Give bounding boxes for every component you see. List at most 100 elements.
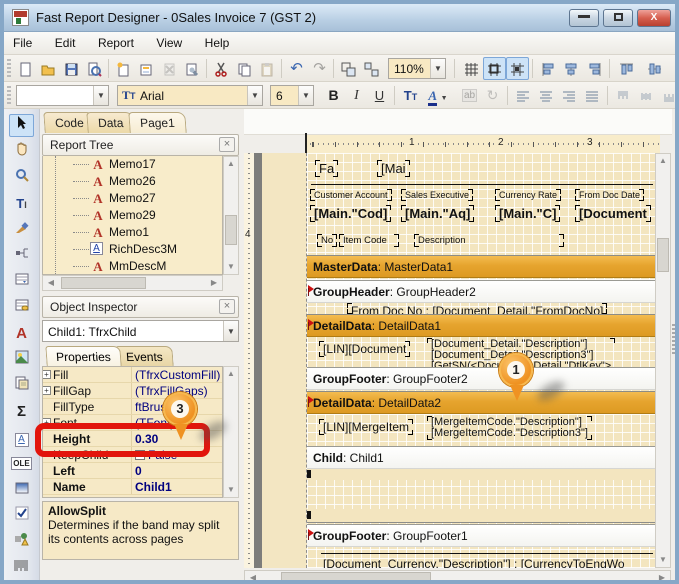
redo-button[interactable]: ↷ [308,57,331,80]
align-right-button[interactable] [583,57,606,80]
tab-events[interactable]: Events [115,346,173,366]
band-header-groupfooter1[interactable]: GroupFooter: GroupFooter1 [307,524,655,547]
property-row[interactable]: +Fill(TfrxCustomFill) [43,367,222,383]
text-align-bottom-button[interactable] [658,84,679,107]
scroll-left-icon[interactable]: ◀ [44,276,58,290]
scroll-thumb[interactable] [61,277,146,289]
memo-object[interactable]: No [317,234,337,247]
design-horizontal-scrollbar[interactable]: ◀ ▶ [244,570,671,584]
subreport-object-button[interactable] [9,374,34,397]
scroll-down-icon[interactable]: ▼ [224,483,238,497]
delete-page-button[interactable] [158,57,181,80]
style-select[interactable]: ▼ [16,85,109,106]
expand-icon[interactable]: + [42,370,51,379]
scroll-thumb[interactable] [281,572,431,584]
expand-icon[interactable]: + [42,386,51,395]
bold-button[interactable]: B [322,84,345,107]
text-object-button[interactable]: A [9,322,34,345]
text-tool-button[interactable]: TI [9,192,34,215]
tab-properties[interactable]: Properties [45,346,121,366]
data-band-object-button[interactable] [9,296,34,319]
band-header-groupheader2[interactable]: GroupHeader: GroupHeader2 [307,280,655,303]
scroll-right-icon[interactable]: ▶ [655,571,669,584]
zoom-tool-button[interactable] [9,166,34,189]
memo-object[interactable]: [Mai [377,160,410,177]
line-object[interactable] [321,553,653,554]
paste-button[interactable] [256,57,279,80]
tree-item[interactable]: AMemo29 [43,207,222,224]
save-button[interactable] [60,57,83,80]
property-row[interactable]: NameChild1 [43,479,222,495]
memo-object[interactable]: [Document [575,205,651,222]
band-header-detaildata2[interactable]: DetailData: DetailData2 [307,391,655,414]
inspector-vertical-scrollbar[interactable]: ▲ ▼ [223,366,239,498]
toolbar-grip[interactable] [7,86,11,104]
preview-button[interactable] [83,57,106,80]
align-top-button[interactable] [615,57,638,80]
picture-object-button[interactable] [9,348,34,371]
highlight-button[interactable]: ab [458,84,481,107]
menu-edit[interactable]: Edit [46,32,85,50]
text-align-middle-button[interactable] [635,84,658,107]
scroll-down-icon[interactable]: ▼ [224,260,238,274]
align-to-grid-button[interactable] [483,57,506,80]
property-row[interactable]: +FillGap(TfrxFillGaps) [43,383,222,399]
memo-object[interactable]: From Doc Date [575,189,644,201]
font-color-button[interactable]: A ▼ [422,84,454,107]
tree-item[interactable]: AMemo17 [43,156,222,173]
memo-object[interactable]: [LIN][Document [319,341,410,357]
toolbar-grip[interactable] [7,59,11,77]
scroll-up-icon[interactable]: ▲ [656,154,670,168]
scroll-down-icon[interactable]: ▼ [656,553,670,567]
group-button[interactable] [337,57,360,80]
ungroup-button[interactable] [360,57,383,80]
band-connector-button[interactable] [9,244,34,267]
memo-object[interactable]: Fa [315,160,338,177]
rotate-button[interactable]: ↻ [481,84,504,107]
title-bar[interactable]: Fast Report Designer - 0Sales Invoice 7 … [4,4,675,32]
scroll-thumb[interactable] [657,238,669,272]
tree-item[interactable]: AMmDescM [43,258,222,275]
snap-to-grid-button[interactable] [506,57,529,80]
tree-item[interactable]: AMemo26 [43,173,222,190]
font-settings-button[interactable]: TT [399,84,422,107]
object-select[interactable]: Child1: TfrxChild ▼ [42,320,239,342]
line-object[interactable] [311,184,653,185]
memo-object[interactable]: [Main."Aq] [401,205,474,222]
splitter-grip[interactable] [672,324,676,354]
undo-button[interactable]: ↶ [285,57,308,80]
memo-object[interactable]: [Main."Cod] [310,205,391,222]
menu-file[interactable]: File [4,32,41,50]
open-button[interactable] [37,57,60,80]
rich-text-object-button[interactable]: A [9,426,34,449]
sum-object-button[interactable]: Σ [9,400,34,423]
align-center-button[interactable] [560,57,583,80]
ole-object-button[interactable]: OLE [9,452,34,475]
band-header-detaildata1[interactable]: DetailData: DetailData1 [307,314,655,337]
minimize-button[interactable] [569,9,599,27]
copy-button[interactable] [233,57,256,80]
new-dialog-page-button[interactable] [135,57,158,80]
shapes-object-button[interactable] [9,530,34,553]
barcode-object-button[interactable] [9,556,34,579]
align-left-button[interactable] [537,57,560,80]
memo-object[interactable]: [LIN][MergeItem [319,419,413,435]
band-header-child1[interactable]: Child: Child1 [307,446,655,469]
select-tool-button[interactable] [9,114,34,137]
tree-horizontal-scrollbar[interactable]: ◀ ▶ [42,275,223,291]
checkbox-object-button[interactable] [9,504,34,527]
scroll-up-icon[interactable]: ▲ [224,157,238,171]
design-vertical-scrollbar[interactable]: ▲ ▼ [655,153,671,568]
tree-item[interactable]: AMemo27 [43,190,222,207]
new-report-button[interactable] [14,57,37,80]
format-painter-button[interactable] [9,218,34,241]
justify-left-button[interactable] [512,84,535,107]
gradient-object-button[interactable] [9,478,34,501]
tree-vertical-scrollbar[interactable]: ▲ ▼ [223,156,239,275]
property-row[interactable]: Left0 [43,463,222,479]
memo-object[interactable]: [Document_Currency."Description"] : [Cur… [323,557,625,568]
justify-center-button[interactable] [535,84,558,107]
font-size-select[interactable]: 6 ▼ [270,85,314,106]
justify-block-button[interactable] [581,84,604,107]
memo-object[interactable]: [MergeItemCode."Description"] [MergeItem… [427,416,592,440]
